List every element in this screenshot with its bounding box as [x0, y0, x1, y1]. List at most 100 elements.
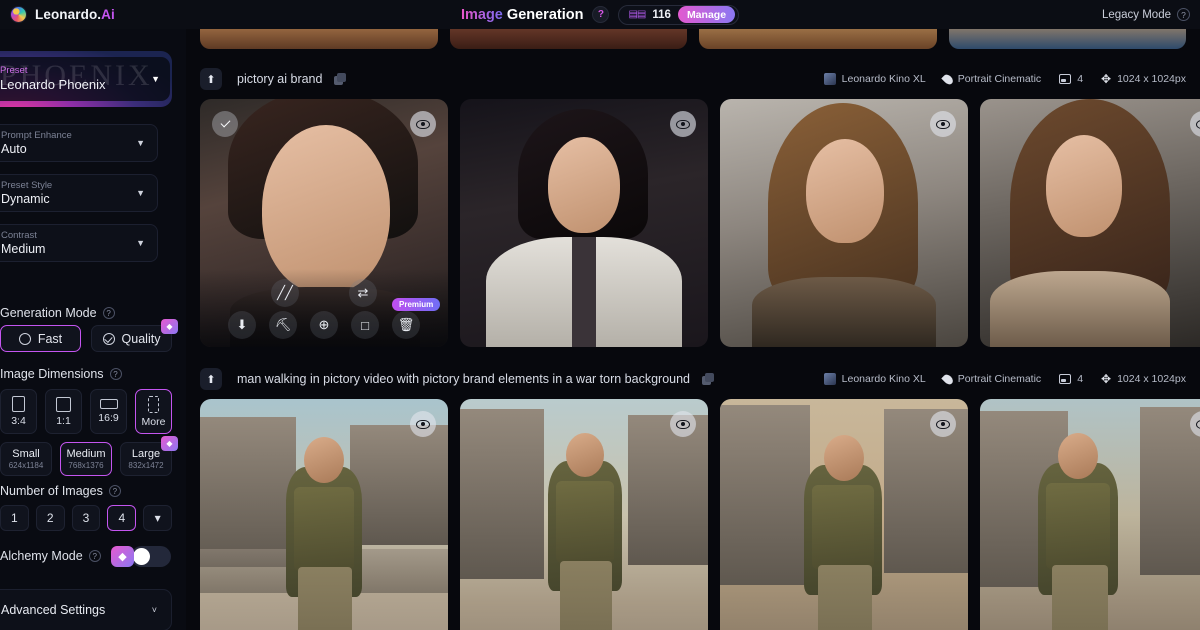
page-title-accent: Image [460, 6, 503, 23]
meta-model: Leonardo Kino XL [823, 73, 926, 85]
result-image-card[interactable] [720, 99, 968, 347]
aspect-ratio-1-1-label: 1:1 [56, 414, 71, 427]
number-of-images-2-button[interactable]: 2 [35, 505, 65, 531]
settings-sidebar: Preset Leonardo Phoenix ▼ Prompt Enhance… [0, 29, 186, 630]
legacy-mode-group[interactable]: Legacy Mode ? [1102, 0, 1190, 29]
result-image-card[interactable] [720, 399, 968, 630]
help-icon[interactable]: ? [109, 368, 122, 380]
aspect-ratio-16-9-button[interactable]: 16:9 [90, 389, 127, 434]
preset-selector[interactable]: Preset Leonardo Phoenix ▼ [0, 51, 172, 107]
result-image-card[interactable] [200, 399, 448, 630]
generated-image [200, 399, 448, 630]
prompt-enhance-value: Auto [1, 141, 27, 156]
result-image-card[interactable] [460, 99, 708, 347]
check-circle-icon [102, 332, 115, 345]
thumbnail-partial[interactable] [449, 29, 687, 49]
preview-image-button[interactable] [670, 411, 696, 437]
alchemy-switch[interactable] [131, 546, 171, 567]
prompt-enhance-field[interactable]: Prompt Enhance Auto ▼ [0, 124, 158, 162]
droplet-icon [941, 372, 955, 386]
alchemy-mode-toggle[interactable]: ◆ [111, 546, 171, 567]
size-large-label: Large [131, 447, 161, 460]
result-image-card[interactable] [980, 399, 1200, 630]
help-icon[interactable]: ? [592, 6, 610, 23]
manage-credits-button[interactable]: Manage [677, 6, 736, 23]
unzoom-icon[interactable]: ╱╱ [271, 279, 299, 307]
size-large-dims: 832x1472 [128, 460, 164, 470]
generation-mode-quality-label: Quality [121, 331, 161, 346]
rotate-3d-icon[interactable]: ⊕ [310, 311, 338, 339]
size-options: Small 624x1184 Medium 768x1376 Large 832… [0, 436, 178, 476]
premium-gem-icon: ◆ [111, 546, 134, 567]
meta-count: 4 [1059, 73, 1083, 85]
prompt-enhance-label: Prompt Enhance [1, 129, 72, 141]
page-title-group: Image Generation ? ▤▤ 116 Manage [0, 0, 1200, 29]
preview-image-button[interactable] [410, 411, 436, 437]
swap-arrows-icon[interactable]: ⇄ [349, 279, 377, 307]
size-large-button[interactable]: Large 832x1472 ◆ [120, 436, 178, 476]
generation-mode-quality-button[interactable]: Quality ◆ [91, 319, 178, 352]
meta-count: 4 [1059, 373, 1083, 385]
generation-mode-fast-button[interactable]: Fast [0, 325, 81, 352]
aspect-ratio-3-4-button[interactable]: 3:4 [0, 389, 37, 434]
edit-crop-icon[interactable]: ⛏ [269, 311, 297, 339]
number-of-images-4-button[interactable]: 4 [107, 505, 137, 531]
contrast-field[interactable]: Contrast Medium ▼ [0, 224, 158, 262]
preset-style-field[interactable]: Preset Style Dynamic ▼ [0, 174, 158, 212]
advanced-settings-button[interactable]: Advanced Settings ˅ [0, 589, 172, 630]
download-icon[interactable]: ⬇ [228, 311, 256, 339]
thumbnail-partial[interactable] [948, 29, 1186, 49]
generation-mode-title-row: Generation Mode ? [0, 306, 158, 320]
help-icon[interactable]: ? [88, 550, 101, 562]
meta-model-label: Leonardo Kino XL [841, 73, 926, 85]
upload-prompt-icon[interactable]: ⬆ [200, 368, 222, 390]
aspect-ratio-3-4-label: 3:4 [11, 415, 26, 427]
thumbnail-partial[interactable] [699, 29, 937, 49]
size-medium-button[interactable]: Medium 768x1376 [60, 442, 112, 476]
preview-image-button[interactable] [930, 111, 956, 137]
number-of-images-3-button[interactable]: 3 [71, 505, 101, 531]
page-title-rest: Generation [502, 6, 584, 23]
premium-gem-icon: ◆ [161, 319, 178, 334]
legacy-help-icon[interactable]: ? [1177, 8, 1190, 21]
result-image-card[interactable] [980, 99, 1200, 347]
result-image-card[interactable]: ╱╱ ⇄ ⬇ ⛏ ⊕ □ Premium 🗑 [200, 99, 448, 347]
select-image-checkbox[interactable] [212, 111, 238, 137]
chevron-down-icon[interactable]: ▼ [136, 238, 145, 248]
aspect-ratio-1-1-button[interactable]: 1:1 [45, 389, 82, 434]
preset-selector-inner[interactable]: Preset Leonardo Phoenix ▼ [0, 57, 170, 101]
preview-image-button[interactable] [670, 111, 696, 137]
coins-icon: ▤▤ [628, 9, 646, 20]
trash-icon: 🗑 [397, 317, 415, 332]
size-small-button[interactable]: Small 624x1184 [0, 442, 52, 476]
resize-icon: ✥ [1101, 72, 1112, 86]
meta-resolution-label: 1024 x 1024px [1117, 373, 1186, 385]
image-dimensions-title-row: Image Dimensions ? [0, 367, 158, 381]
chevron-down-icon[interactable]: ▼ [136, 138, 145, 148]
contrast-label: Contrast [1, 229, 37, 241]
copy-icon[interactable] [702, 372, 715, 386]
meta-model: Leonardo Kino XL [823, 373, 926, 385]
contrast-labels: Contrast Medium [1, 230, 136, 257]
help-icon[interactable]: ? [102, 307, 115, 319]
number-of-images-1-button[interactable]: 1 [0, 505, 29, 531]
chevron-down-icon[interactable]: ▼ [151, 74, 160, 84]
eye-icon [676, 119, 690, 129]
result-image-card[interactable] [460, 399, 708, 630]
preview-image-button[interactable] [930, 411, 956, 437]
meta-resolution-label: 1024 x 1024px [1117, 73, 1186, 85]
expand-frame-icon[interactable]: □ [351, 311, 379, 339]
thumbnail-partial[interactable] [200, 29, 438, 49]
number-of-images-more-button[interactable]: ▾ [143, 505, 172, 531]
preset-style-value: Dynamic [1, 191, 50, 206]
copy-icon[interactable] [334, 72, 347, 86]
aspect-ratio-more-button[interactable]: More [135, 389, 172, 434]
credits-pill[interactable]: ▤▤ 116 Manage [618, 4, 740, 25]
help-icon[interactable]: ? [108, 485, 121, 497]
chevron-down-icon[interactable]: ▼ [136, 188, 145, 198]
preview-image-button[interactable] [410, 111, 436, 137]
delete-icon[interactable]: Premium 🗑 [392, 298, 441, 339]
upload-prompt-icon[interactable]: ⬆ [200, 68, 222, 90]
meta-resolution: ✥ 1024 x 1024px [1101, 373, 1186, 385]
image-toolbar: ╱╱ ⇄ ⬇ ⛏ ⊕ □ Premium 🗑 [200, 269, 448, 347]
